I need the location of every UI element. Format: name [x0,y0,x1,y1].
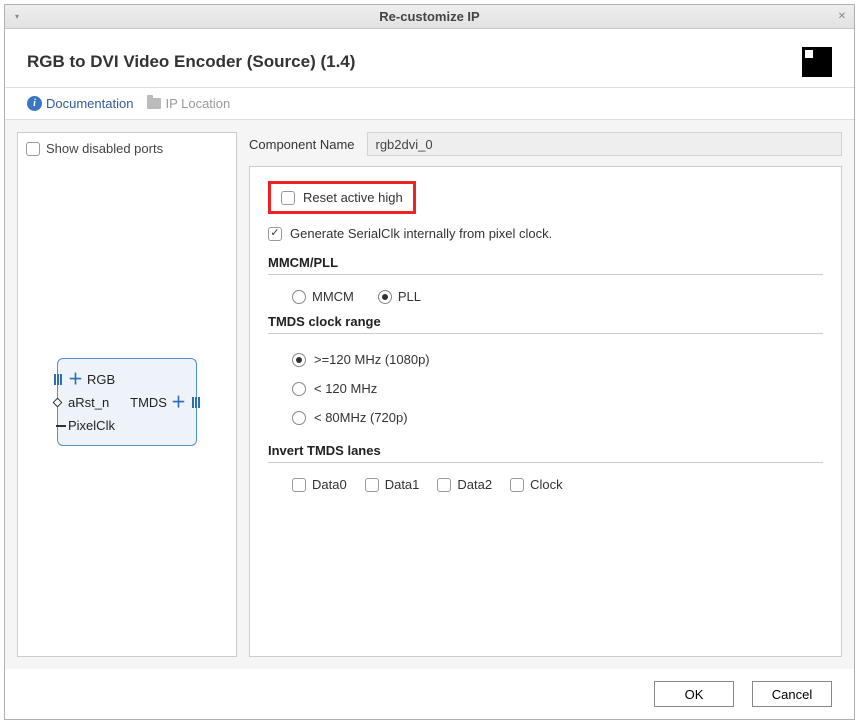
tmds-range-120-label: >=120 MHz (1080p) [314,352,430,367]
mmcm-pll-radio-group: MMCM PLL [268,289,823,304]
tmds-port-stub-icon [192,397,200,408]
documentation-label: Documentation [46,96,133,111]
invert-data2-checkbox[interactable] [437,478,451,492]
tmds-range-120-radio[interactable] [292,353,306,367]
tmds-range-lt120-label: < 120 MHz [314,381,377,396]
generate-serialclk-checkbox[interactable] [268,227,282,241]
show-disabled-ports-label: Show disabled ports [46,141,163,156]
options-box: Reset active high Generate SerialClk int… [249,166,842,657]
port-arst-label: aRst_n [68,395,109,410]
invert-data0-label: Data0 [312,477,347,492]
pll-option[interactable]: PLL [378,289,421,304]
ok-button[interactable]: OK [654,681,734,707]
invert-data1-option[interactable]: Data1 [365,477,420,492]
pixelclk-port-stub-icon [56,425,66,427]
main-area: Show disabled ports ＋ RGB aRst_n [5,119,854,669]
rgb-port-stub-icon [54,374,62,385]
invert-tmds-lanes-group: Data0 Data1 Data2 Clock [268,477,823,492]
ip-symbol[interactable]: ＋ RGB aRst_n TMDS ＋ [57,358,197,446]
dialog-button-row: OK Cancel [5,669,854,719]
folder-icon [147,98,161,109]
tmds-range-80-label: < 80MHz (720p) [314,410,408,425]
component-name-label: Component Name [249,137,355,152]
preview-pane: Show disabled ports ＋ RGB aRst_n [17,132,237,657]
tmds-range-lt120-option[interactable]: < 120 MHz [268,377,823,400]
tmds-clock-range-section-title: TMDS clock range [268,314,823,334]
system-menu-icon[interactable]: ▾ [11,11,23,23]
ip-name-heading: RGB to DVI Video Encoder (Source) (1.4) [27,52,802,72]
expand-icon[interactable]: ＋ [68,372,83,387]
mmcm-option[interactable]: MMCM [292,289,354,304]
close-button[interactable]: ✕ [836,11,848,23]
cancel-button[interactable]: Cancel [752,681,832,707]
expand-icon[interactable]: ＋ [171,395,186,410]
links-row: i Documentation IP Location [5,88,854,119]
invert-clock-option[interactable]: Clock [510,477,563,492]
header-row: RGB to DVI Video Encoder (Source) (1.4) [5,29,854,87]
recustomize-ip-window: ▾ Re-customize IP ✕ RGB to DVI Video Enc… [4,4,855,720]
invert-clock-label: Clock [530,477,563,492]
mmcm-label: MMCM [312,289,354,304]
invert-data1-label: Data1 [385,477,420,492]
ip-location-link[interactable]: IP Location [147,96,230,111]
invert-data0-checkbox[interactable] [292,478,306,492]
show-disabled-ports-checkbox[interactable] [26,142,40,156]
generate-serialclk-label: Generate SerialClk internally from pixel… [290,226,552,241]
window-title: Re-customize IP [5,9,854,24]
invert-data0-option[interactable]: Data0 [292,477,347,492]
reset-active-high-checkbox[interactable] [281,191,295,205]
config-pane: Component Name Reset active high Generat… [249,132,842,657]
ip-block-preview: ＋ RGB aRst_n TMDS ＋ [26,156,228,648]
documentation-link[interactable]: i Documentation [27,96,133,111]
mmcm-pll-section-title: MMCM/PLL [268,255,823,275]
show-disabled-ports-option[interactable]: Show disabled ports [26,141,228,156]
component-name-input[interactable] [367,132,843,156]
reset-active-high-highlight: Reset active high [268,181,416,214]
tmds-range-lt120-radio[interactable] [292,382,306,396]
titlebar: ▾ Re-customize IP ✕ [5,5,854,29]
mmcm-radio[interactable] [292,290,306,304]
invert-data2-option[interactable]: Data2 [437,477,492,492]
invert-data2-label: Data2 [457,477,492,492]
generate-serialclk-option[interactable]: Generate SerialClk internally from pixel… [268,226,823,241]
arst-port-stub-icon [53,397,63,407]
reset-active-high-label: Reset active high [303,190,403,205]
component-name-row: Component Name [249,132,842,156]
port-pixelclk-label: PixelClk [68,418,115,433]
invert-tmds-section-title: Invert TMDS lanes [268,443,823,463]
invert-data1-checkbox[interactable] [365,478,379,492]
pll-label: PLL [398,289,421,304]
pll-radio[interactable] [378,290,392,304]
info-icon: i [27,96,42,111]
port-rgb-label: RGB [87,372,115,387]
ip-location-label: IP Location [165,96,230,111]
tmds-range-80-option[interactable]: < 80MHz (720p) [268,406,823,429]
tmds-range-80-radio[interactable] [292,411,306,425]
tmds-range-120-option[interactable]: >=120 MHz (1080p) [268,348,823,371]
amd-logo-icon [802,47,832,77]
port-tmds-label: TMDS [130,395,167,410]
invert-clock-checkbox[interactable] [510,478,524,492]
